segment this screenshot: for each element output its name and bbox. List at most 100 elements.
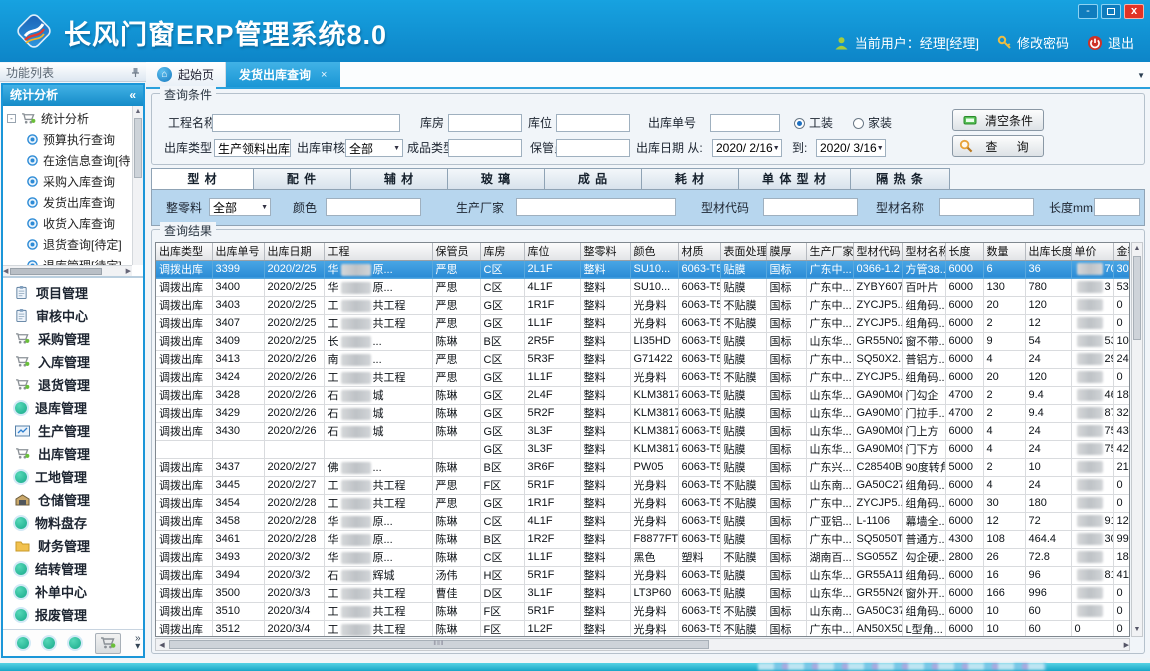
sidebar-item-物料盘存[interactable]: 物料盘存 bbox=[3, 511, 143, 534]
column-header[interactable]: 型材名称 bbox=[902, 243, 945, 260]
profile-code-input[interactable] bbox=[763, 198, 858, 216]
scroll-up-icon[interactable]: ▲ bbox=[1132, 243, 1142, 255]
tree-root[interactable]: -统计分析 bbox=[3, 108, 132, 129]
sidebar-item-补单中心[interactable]: 补单中心 bbox=[3, 580, 143, 603]
tab-list-dropdown-icon[interactable]: ▼ bbox=[1137, 71, 1145, 80]
scroll-up-icon[interactable]: ▲ bbox=[133, 106, 143, 117]
overflow-chevron[interactable]: »▾ bbox=[135, 635, 141, 651]
scroll-right-icon[interactable]: ▶ bbox=[1124, 641, 1129, 649]
table-row[interactable]: G区3L3F整料KLM38176063-T5贴膜国标山东华...GA90M09.… bbox=[156, 440, 1130, 458]
dot-icon[interactable] bbox=[17, 637, 29, 649]
column-header[interactable]: 出库日期 bbox=[264, 243, 324, 260]
audit-select[interactable]: 全部▼ bbox=[345, 139, 403, 157]
column-header[interactable]: 表面处理 bbox=[720, 243, 766, 260]
table-row[interactable]: 调拨出库34132020/2/26南...严思C区5R3F整料G71422606… bbox=[156, 350, 1130, 368]
table-row[interactable]: 调拨出库34302020/2/26石城陈琳G区3L3F整料KLM38176063… bbox=[156, 422, 1130, 440]
column-header[interactable]: 工程 bbox=[324, 243, 432, 260]
material-tab[interactable]: 单 体 型 材 bbox=[739, 168, 851, 190]
sidebar-item-采购管理[interactable]: 采购管理 bbox=[3, 327, 143, 350]
material-tab[interactable]: 成 品 bbox=[545, 168, 642, 190]
dot-icon[interactable] bbox=[43, 637, 55, 649]
table-row[interactable]: 调拨出库35102020/3/4工共工程陈琳F区5R1F整料光身料6063-T5… bbox=[156, 602, 1130, 620]
sidebar-item-审核中心[interactable]: 审核中心 bbox=[3, 304, 143, 327]
table-row[interactable]: 调拨出库34092020/2/25长...陈琳B区2R5F整料LI35HD606… bbox=[156, 332, 1130, 350]
radio-gongzhuang[interactable]: 工装 bbox=[794, 114, 833, 132]
column-header[interactable]: 型材代码 bbox=[853, 243, 902, 260]
results-vertical-scrollbar[interactable]: ▲▼ bbox=[1131, 242, 1143, 637]
material-tab[interactable]: 辅 材 bbox=[351, 168, 448, 190]
tree-item[interactable]: 收货入库查询 bbox=[3, 213, 132, 234]
sidebar-item-退货管理[interactable]: 退货管理 bbox=[3, 373, 143, 396]
table-row[interactable]: 调拨出库34932020/3/2华原...陈琳C区1L1F整料黑色塑料不贴膜国标… bbox=[156, 548, 1130, 566]
tree-item[interactable]: 预算执行查询 bbox=[3, 129, 132, 150]
length-input[interactable] bbox=[1094, 198, 1140, 216]
cart-toolbar-button[interactable] bbox=[95, 633, 121, 654]
dot-icon[interactable] bbox=[69, 637, 81, 649]
sidebar-section-header[interactable]: 统计分析 « bbox=[3, 85, 143, 106]
tree-item[interactable]: 在途信息查询[待 bbox=[3, 150, 132, 171]
minimize-button[interactable]: - bbox=[1078, 4, 1098, 19]
column-header[interactable]: 长度 bbox=[945, 243, 983, 260]
table-row[interactable]: 调拨出库34582020/2/28华原...陈琳C区4L1F整料光身料6063-… bbox=[156, 512, 1130, 530]
radio-jiazhuang[interactable]: 家装 bbox=[853, 114, 892, 132]
column-header[interactable]: 金额 bbox=[1113, 243, 1130, 260]
sidebar-item-入库管理[interactable]: 入库管理 bbox=[3, 350, 143, 373]
table-row[interactable]: 调拨出库34242020/2/26工共工程严思G区1L1F整料光身料6063-T… bbox=[156, 368, 1130, 386]
scroll-down-icon[interactable]: ▼ bbox=[1132, 624, 1142, 636]
date-to-select[interactable]: 2020/ 3/16▼ bbox=[816, 139, 886, 157]
outbound-type-select[interactable]: 生产领料出库▼ bbox=[214, 139, 291, 157]
tree-collapse-icon[interactable]: - bbox=[7, 114, 16, 123]
column-header[interactable]: 库位 bbox=[524, 243, 580, 260]
close-button[interactable]: x bbox=[1124, 4, 1144, 19]
collapse-icon[interactable]: « bbox=[129, 85, 136, 106]
date-from-select[interactable]: 2020/ 2/16▼ bbox=[712, 139, 782, 157]
material-tab[interactable]: 隔 热 条 bbox=[851, 168, 950, 190]
column-header[interactable]: 材质 bbox=[678, 243, 720, 260]
sidebar-item-仓储管理[interactable]: 仓储管理 bbox=[3, 488, 143, 511]
scroll-left-icon[interactable]: ◀ bbox=[156, 641, 168, 649]
material-tab[interactable]: 耗 材 bbox=[642, 168, 739, 190]
column-header[interactable]: 保管员 bbox=[432, 243, 480, 260]
results-horizontal-scrollbar[interactable]: ◀⦀⦀⦀▶ bbox=[155, 638, 1130, 651]
tree-vertical-scrollbar[interactable]: ▲ bbox=[132, 106, 143, 265]
sidebar-item-生产管理[interactable]: 生产管理 bbox=[3, 419, 143, 442]
table-row[interactable]: 调拨出库35122020/3/4工共工程陈琳F区1L2F整料光身料6063-T5… bbox=[156, 620, 1130, 637]
clear-conditions-button[interactable]: 清空条件 bbox=[952, 109, 1044, 131]
warehouse-input[interactable] bbox=[448, 114, 522, 132]
sidebar-item-工地管理[interactable]: 工地管理 bbox=[3, 465, 143, 488]
table-row[interactable]: 调拨出库33992020/2/25华原...严思C区2L1F整料SU10...6… bbox=[156, 260, 1130, 278]
logout-link[interactable]: 退出 bbox=[1087, 33, 1134, 52]
table-row[interactable]: 调拨出库34032020/2/25工共工程严思G区1R1F整料光身料6063-T… bbox=[156, 296, 1130, 314]
change-password-link[interactable]: 修改密码 bbox=[997, 33, 1069, 52]
sidebar-item-财务管理[interactable]: 财务管理 bbox=[3, 534, 143, 557]
table-row[interactable]: 调拨出库35002020/3/3工共工程曹佳D区3L1F整料LT3P606063… bbox=[156, 584, 1130, 602]
search-button[interactable]: 查 询 bbox=[952, 135, 1044, 157]
column-header[interactable]: 生产厂家 bbox=[806, 243, 853, 260]
whole-part-select[interactable]: 全部▼ bbox=[209, 198, 271, 216]
scroll-right-icon[interactable]: ▶ bbox=[126, 267, 131, 275]
sidebar-item-退库管理[interactable]: 退库管理 bbox=[3, 396, 143, 419]
table-row[interactable]: 调拨出库34542020/2/28工共工程严思G区1R1F整料光身料6063-T… bbox=[156, 494, 1130, 512]
column-header[interactable]: 出库长度 bbox=[1025, 243, 1071, 260]
maximize-button[interactable] bbox=[1101, 4, 1121, 19]
column-header[interactable]: 膜厚 bbox=[766, 243, 806, 260]
tree-item[interactable]: 退库管理[待定] bbox=[3, 255, 132, 265]
column-header[interactable]: 出库类型 bbox=[156, 243, 212, 260]
table-row[interactable]: 调拨出库34942020/3/2石辉城汤伟H区5R1F整料光身料6063-T5贴… bbox=[156, 566, 1130, 584]
column-header[interactable]: 单价 bbox=[1071, 243, 1113, 260]
sidebar-item-报废管理[interactable]: 报废管理 bbox=[3, 603, 143, 626]
color-input[interactable] bbox=[326, 198, 421, 216]
sidebar-item-出库管理[interactable]: 出库管理 bbox=[3, 442, 143, 465]
scroll-left-icon[interactable]: ◀ bbox=[3, 267, 8, 275]
sidebar-item-项目管理[interactable]: 项目管理 bbox=[3, 281, 143, 304]
location-input[interactable] bbox=[556, 114, 630, 132]
table-row[interactable]: 调拨出库34292020/2/26石城陈琳G区5R2F整料KLM38176063… bbox=[156, 404, 1130, 422]
column-header[interactable]: 整零料 bbox=[580, 243, 630, 260]
product-type-input[interactable] bbox=[448, 139, 522, 157]
material-tab[interactable]: 玻 璃 bbox=[448, 168, 545, 190]
tree-item[interactable]: 发货出库查询 bbox=[3, 192, 132, 213]
tree-item[interactable]: 采购入库查询 bbox=[3, 171, 132, 192]
manufacturer-input[interactable] bbox=[516, 198, 676, 216]
profile-name-input[interactable] bbox=[939, 198, 1034, 216]
column-header[interactable]: 数量 bbox=[983, 243, 1025, 260]
